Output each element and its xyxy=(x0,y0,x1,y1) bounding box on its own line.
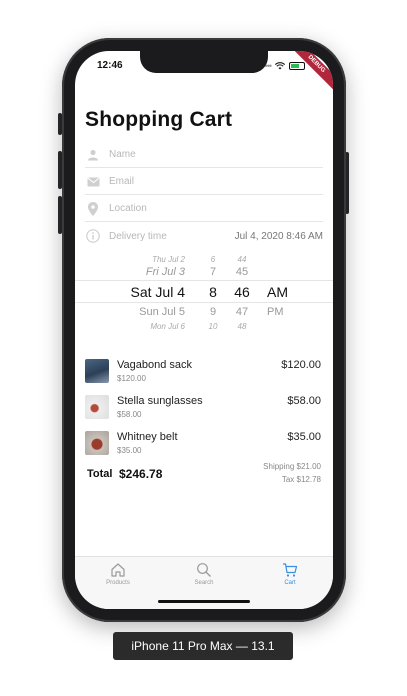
envelope-icon xyxy=(85,174,101,190)
item-price: $35.00 xyxy=(287,431,321,443)
tab-search[interactable]: Search xyxy=(174,562,234,592)
picker-row[interactable]: Mon Jul 6 10 48 xyxy=(75,316,333,331)
picker-date: Mon Jul 6 xyxy=(150,321,185,331)
product-thumbnail xyxy=(85,431,109,455)
cart-item[interactable]: Stella sunglasses $58.00 $58.00 xyxy=(85,393,323,423)
tab-cart[interactable]: Cart xyxy=(260,562,320,592)
picker-date: Sat Jul 4 xyxy=(130,284,185,300)
item-name: Vagabond sack xyxy=(117,359,193,371)
status-time: 12:46 xyxy=(97,60,123,71)
picker-minute: 48 xyxy=(237,321,247,331)
item-unit-price: $58.00 xyxy=(117,410,142,419)
tab-products[interactable]: Products xyxy=(88,562,148,592)
picker-date: Fri Jul 3 xyxy=(145,266,185,278)
cart-item[interactable]: Vagabond sack $120.00 $120.00 xyxy=(85,357,323,387)
picker-hour: 10 xyxy=(208,321,218,331)
search-icon xyxy=(197,563,211,577)
delivery-time-field[interactable]: Delivery time Jul 4, 2020 8:46 AM xyxy=(85,223,323,249)
email-field[interactable]: Email xyxy=(85,169,323,195)
simulator-stage: DEBUG 12:46 •••• Shopping Cart Name Emai… xyxy=(0,0,407,696)
status-icons: •••• xyxy=(262,61,305,71)
item-price: $120.00 xyxy=(281,359,321,371)
location-field[interactable]: Location xyxy=(85,196,323,222)
item-unit-price: $120.00 xyxy=(117,374,146,383)
tax-cost: Tax $12.78 xyxy=(281,475,321,484)
location-pin-icon xyxy=(85,201,101,217)
wifi-icon xyxy=(275,62,285,70)
battery-icon xyxy=(289,62,305,70)
location-placeholder: Location xyxy=(109,203,147,214)
item-price: $58.00 xyxy=(287,395,321,407)
info-icon xyxy=(85,228,101,244)
picker-ampm: AM xyxy=(267,284,288,300)
picker-minute: 46 xyxy=(234,284,250,300)
home-icon xyxy=(111,563,125,577)
name-placeholder: Name xyxy=(109,149,136,160)
app-screen: DEBUG 12:46 •••• Shopping Cart Name Emai… xyxy=(75,51,333,609)
delivery-value: Jul 4, 2020 8:46 AM xyxy=(234,230,323,242)
picker-hour: 8 xyxy=(209,284,217,300)
picker-row-selected[interactable]: Sat Jul 4 8 46 AM xyxy=(75,282,333,302)
item-name: Stella sunglasses xyxy=(117,395,203,407)
tab-label: Products xyxy=(106,580,130,586)
cart-item[interactable]: Whitney belt $35.00 $35.00 xyxy=(85,429,323,459)
cart-icon xyxy=(283,563,298,577)
delivery-label: Delivery time xyxy=(109,230,167,242)
picker-minute: 45 xyxy=(235,266,249,278)
name-field[interactable]: Name xyxy=(85,142,323,168)
email-placeholder: Email xyxy=(109,176,135,187)
tab-label: Search xyxy=(194,580,214,586)
total-label: Total xyxy=(87,468,113,480)
product-thumbnail xyxy=(85,395,109,419)
date-time-picker[interactable]: Thu Jul 2 6 44 Fri Jul 3 7 45 Sat Jul 4 … xyxy=(75,247,333,331)
total-value: $246.78 xyxy=(119,467,163,481)
picker-row[interactable]: Fri Jul 3 7 45 xyxy=(75,262,333,282)
person-icon xyxy=(85,147,101,163)
shipping-cost: Shipping $21.00 xyxy=(263,462,321,471)
device-caption: iPhone 11 Pro Max — 13.1 xyxy=(113,632,293,660)
home-indicator[interactable] xyxy=(158,600,250,603)
notch xyxy=(140,51,268,73)
picker-hour: 7 xyxy=(209,266,217,278)
item-name: Whitney belt xyxy=(117,431,178,443)
item-unit-price: $35.00 xyxy=(117,446,142,455)
page-title: Shopping Cart xyxy=(85,108,233,131)
product-thumbnail xyxy=(85,359,109,383)
tab-label: Cart xyxy=(284,580,296,586)
